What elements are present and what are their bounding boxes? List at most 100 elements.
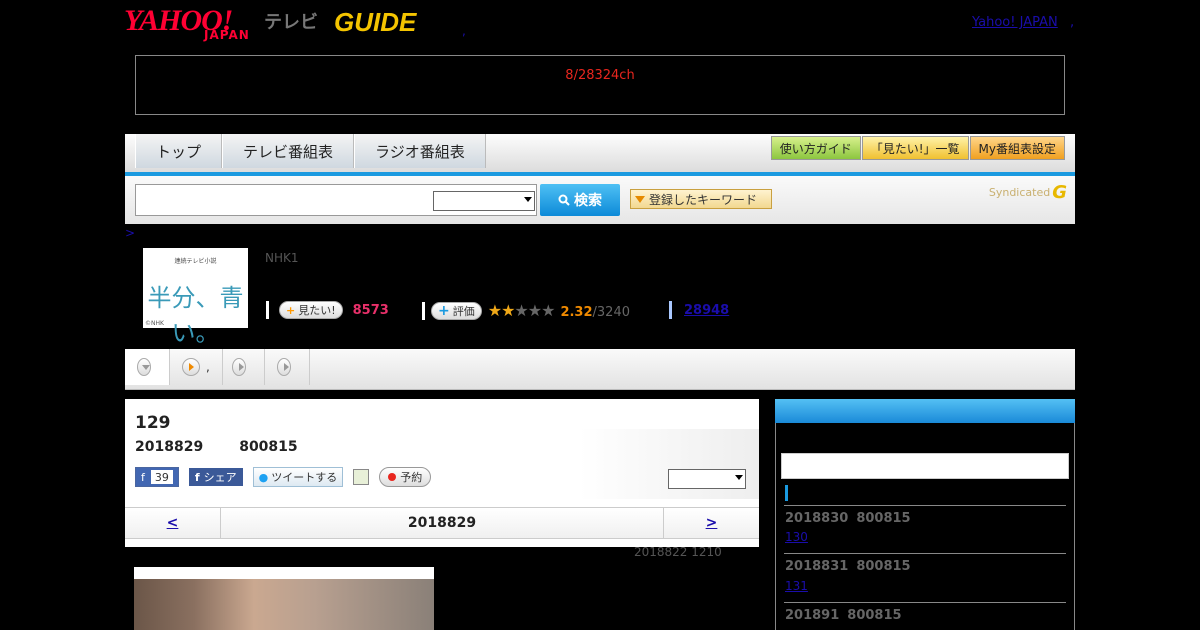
episode-date: 2018829 (135, 439, 204, 455)
my-schedule-settings-button[interactable]: My番組表設定 (969, 136, 1065, 160)
episode-number: 129 (135, 413, 171, 433)
previous-episode-link[interactable]: < (125, 508, 221, 538)
upcoming-item-date: 201891 (785, 608, 840, 623)
yahoo-japan-logo-text: JAPAN (204, 28, 250, 42)
episode-photo-image (134, 579, 434, 630)
star-icon: ★ (487, 301, 502, 320)
facebook-icon: f (194, 470, 200, 484)
header-link-separator: , (1070, 15, 1075, 30)
registered-keywords-button[interactable]: 登録したキーワード (630, 189, 772, 209)
tab-tv-schedule[interactable]: テレビ番組表 (222, 134, 355, 168)
tab-1[interactable] (125, 349, 170, 385)
main-nav: トップ テレビ番組表 ラジオ番組表 使い方ガイド 「見たい!」一覧 My番組表設… (125, 134, 1075, 176)
favorites-stat: 28948 (669, 301, 729, 319)
chevron-down-icon (524, 197, 532, 202)
chevron-down-icon (137, 358, 151, 376)
want-to-watch-count: 8573 (352, 302, 389, 318)
channel-name: NHK1 (265, 251, 299, 265)
episode-airtime: 2018829 800815 (135, 439, 298, 455)
rate-button[interactable]: + 評価 (431, 301, 482, 320)
record-reserve-label: 予約 (400, 471, 423, 484)
thumbnail-title: 半分、青い。 (147, 284, 244, 347)
tab-3[interactable] (220, 349, 265, 385)
upcoming-item-date: 2018830 (785, 511, 849, 526)
divider (784, 553, 1066, 554)
triangle-down-icon (635, 195, 645, 203)
thumbnail-subtitle: 連続テレビ小説 (174, 258, 217, 265)
twitter-icon: ● (258, 470, 269, 484)
upcoming-item-airtime: 2018830 800815 (785, 511, 911, 526)
divider (784, 602, 1066, 603)
rating-count: /3240 (592, 305, 630, 320)
next-episode-link[interactable]: > (663, 508, 759, 538)
social-buttons: f 39 f シェア ● ツイートする 予約 (135, 467, 432, 487)
rating-value: 2.32 (560, 305, 593, 320)
record-reserve-button[interactable]: 予約 (379, 467, 432, 487)
usage-guide-button[interactable]: 使い方ガイド (770, 136, 861, 160)
upcoming-item-date: 2018831 (785, 559, 849, 574)
rating-stat: + 評価 ★★★★★ 2.32/3240 (422, 301, 630, 320)
header-separator: , (462, 24, 466, 38)
last-updated: 2018822 1210 (634, 545, 722, 559)
thumbnail-credit: ©NHK (145, 320, 164, 327)
facebook-icon: f (141, 470, 145, 484)
facebook-share-button[interactable]: f シェア (188, 468, 243, 486)
episode-select[interactable] (668, 469, 746, 489)
facebook-share-label: シェア (203, 471, 237, 484)
calendar-add-icon[interactable] (353, 469, 370, 485)
search-bar: 検索 登録したキーワード Syndicated G (125, 176, 1075, 224)
breadcrumb[interactable]: > (125, 226, 135, 240)
notice-box: 8/28324ch (135, 55, 1065, 115)
episode-photo[interactable] (134, 567, 434, 630)
want-to-watch-button[interactable]: + 見たい! (279, 301, 343, 319)
tab-4[interactable] (265, 349, 310, 385)
tab-top[interactable]: トップ (135, 134, 223, 168)
star-icon: ★ (541, 301, 555, 320)
want-to-watch-stat: + 見たい! 8573 (266, 301, 389, 319)
nav-tabs: トップ テレビ番組表 ラジオ番組表 (135, 134, 486, 168)
program-thumbnail[interactable]: 連続テレビ小説 半分、青い。 ©NHK (143, 248, 248, 347)
favorites-count-link[interactable]: 28948 (684, 303, 729, 318)
plus-icon: + (286, 303, 296, 317)
episode-pager: < 2018829 > (125, 507, 759, 539)
tab-radio-schedule[interactable]: ラジオ番組表 (354, 134, 486, 168)
sidebar-input-box (781, 453, 1069, 479)
record-icon (388, 473, 397, 481)
search-icon (558, 194, 570, 206)
gguide-logo[interactable]: GUIDE (334, 7, 416, 38)
wishlist-button[interactable]: 「見たい!」一覧 (861, 136, 969, 160)
facebook-like-button[interactable]: f 39 (135, 467, 179, 487)
notice-text: 8/28324ch (565, 68, 635, 83)
upcoming-item-time: 800815 (856, 559, 911, 574)
star-icon: ★ (527, 301, 542, 320)
star-icon: ★ (501, 301, 515, 320)
search-button[interactable]: 検索 (540, 184, 620, 216)
episode-time: 800815 (239, 439, 298, 455)
tab-2[interactable]: , (170, 349, 223, 385)
stat-divider (422, 301, 425, 320)
upcoming-item-time: 800815 (847, 608, 902, 623)
registered-keywords-label: 登録したキーワード (649, 192, 758, 207)
search-button-label: 検索 (574, 193, 602, 209)
sidebar-section-marker (785, 485, 788, 501)
syndicated-gguide-logo: Syndicated G (989, 182, 1067, 203)
upcoming-sidebar: 2018830 800815 130 2018831 800815 131 20… (775, 423, 1075, 630)
play-icon (182, 358, 200, 376)
upcoming-item-airtime: 2018831 800815 (785, 559, 911, 574)
tv-logo-label[interactable]: テレビ (264, 8, 318, 34)
stat-divider (266, 301, 269, 319)
upcoming-item-link[interactable]: 131 (785, 579, 895, 593)
gguide-mini-logo: G (1052, 182, 1067, 203)
yahoo-japan-link[interactable]: Yahoo! JAPAN (972, 15, 1058, 30)
divider (784, 505, 1066, 506)
tab-2-label: , (206, 360, 210, 374)
tweet-label: ツイートする (271, 471, 338, 484)
want-to-watch-label: 見たい! (298, 304, 336, 317)
current-episode-date: 2018829 (407, 515, 477, 531)
upcoming-item-link[interactable]: 130 (785, 530, 895, 544)
rate-label: 評価 (452, 304, 475, 318)
play-icon (232, 358, 246, 376)
program-tabs: , (125, 349, 1075, 390)
search-category-select[interactable] (433, 191, 535, 211)
tweet-button[interactable]: ● ツイートする (252, 467, 344, 487)
